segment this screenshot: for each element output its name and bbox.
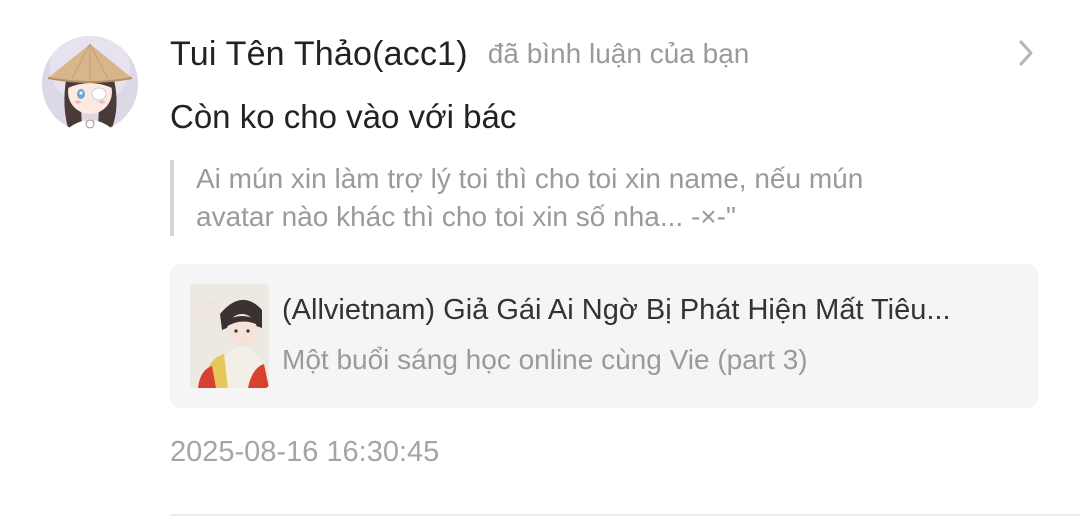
story-title: (Allvietnam) Giả Gái Ai Ngờ Bị Phát Hiện… [282, 294, 951, 326]
user-avatar[interactable] [42, 36, 138, 132]
story-chapter: Một buổi sáng học online cùng Vie (part … [282, 344, 808, 375]
chevron-right-icon[interactable] [1012, 36, 1040, 70]
story-card[interactable]: (Allvietnam) Giả Gái Ai Ngờ Bị Phát Hiện… [170, 264, 1038, 408]
story-cover-image [190, 284, 269, 388]
quoted-comment-line-2: avatar nào khác thì cho toi xin số nha..… [196, 201, 736, 232]
action-text: đã bình luận của bạn [487, 38, 750, 69]
notification-header: Tui Tên Thảo(acc1) đã bình luận của bạn [170, 30, 749, 78]
quoted-comment: Ai mún xin làm trợ lý toi thì cho toi xi… [170, 160, 996, 236]
username[interactable]: Tui Tên Thảo(acc1) [170, 35, 468, 74]
quoted-comment-line-1: Ai mún xin làm trợ lý toi thì cho toi xi… [196, 163, 864, 194]
comment-text: Còn ko cho vào với bác [170, 98, 517, 135]
timestamp: 2025-08-16 16:30:45 [170, 436, 440, 468]
divider [170, 514, 1080, 516]
